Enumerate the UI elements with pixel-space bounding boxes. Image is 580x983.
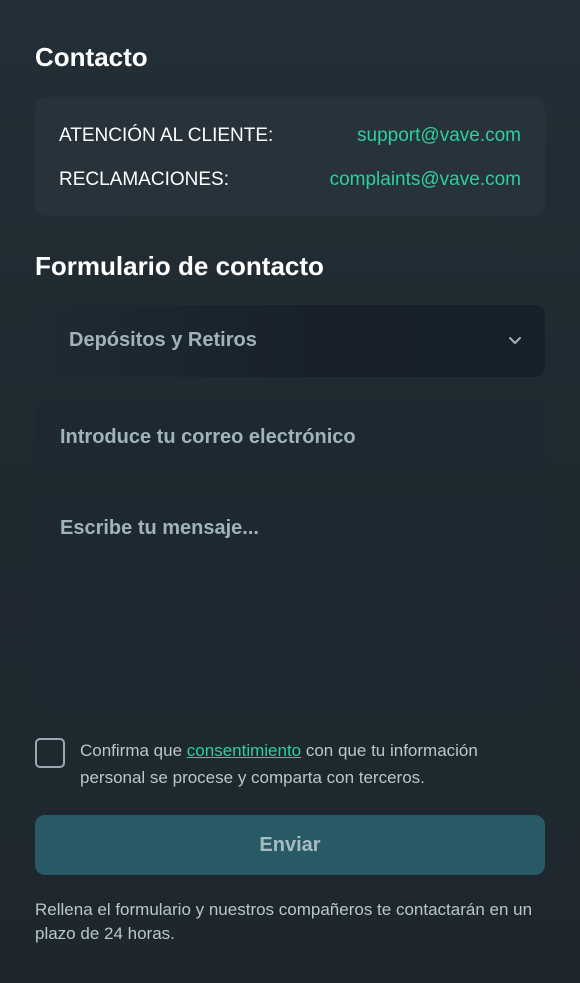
contact-title: Contacto bbox=[35, 42, 148, 72]
support-email-link[interactable]: support@vave.com bbox=[357, 125, 521, 147]
support-label: ATENCIÓN AL CLIENTE: bbox=[59, 125, 274, 146]
submit-button[interactable]: Enviar bbox=[35, 815, 545, 875]
form-title: Formulario de contacto bbox=[35, 251, 324, 281]
message-field-wrapper bbox=[35, 497, 545, 707]
topic-selected-value: Depósitos y Retiros bbox=[69, 329, 257, 351]
contact-row-support: ATENCIÓN AL CLIENTE: support@vave.com bbox=[59, 124, 521, 148]
email-field-wrapper bbox=[35, 401, 545, 473]
email-input[interactable] bbox=[35, 401, 545, 473]
contact-row-complaints: RECLAMACIONES: complaints@vave.com bbox=[59, 168, 521, 192]
topic-select[interactable]: Depósitos y Retiros bbox=[35, 305, 545, 377]
complaints-label: RECLAMACIONES: bbox=[59, 169, 229, 190]
consent-prefix: Confirma que bbox=[80, 741, 187, 760]
consent-link[interactable]: consentimiento bbox=[187, 741, 301, 760]
contact-info-card bbox=[35, 97, 545, 216]
complaints-email-link[interactable]: complaints@vave.com bbox=[330, 169, 521, 191]
consent-block: Confirma que consentimiento con que tu i… bbox=[35, 737, 545, 793]
chevron-down-icon bbox=[509, 337, 521, 344]
consent-text: Confirma que consentimiento con que tu i… bbox=[80, 737, 520, 791]
consent-checkbox[interactable] bbox=[35, 738, 65, 768]
message-textarea[interactable] bbox=[35, 497, 545, 707]
form-note: Rellena el formulario y nuestros compañe… bbox=[35, 900, 533, 943]
